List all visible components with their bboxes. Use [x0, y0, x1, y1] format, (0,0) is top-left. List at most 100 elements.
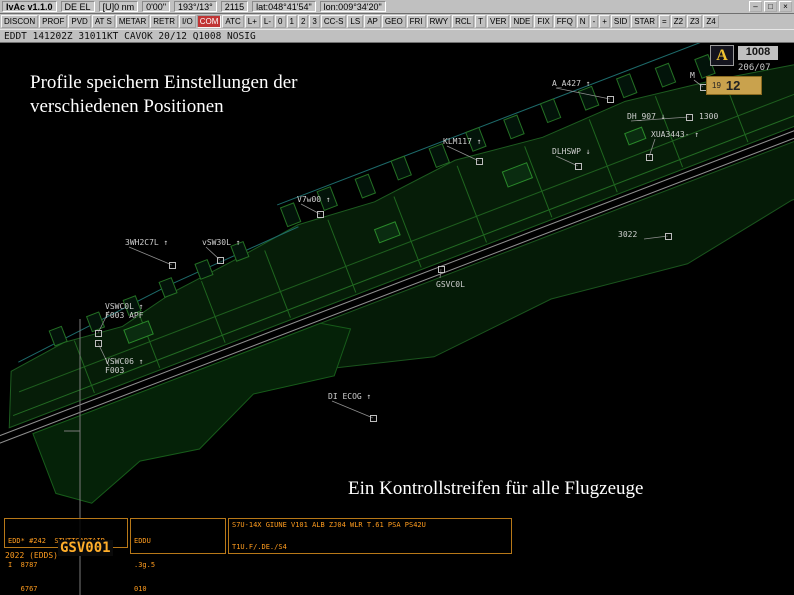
aircraft-label[interactable]: GSVC0L [436, 280, 465, 289]
aircraft-target[interactable] [169, 262, 176, 269]
toolbar: DISCON PROF PVD AT S METAR RETR I/O COM ATC L+ L- 0… [0, 14, 794, 29]
range-readout: [U]0 nm [98, 1, 139, 12]
selected-callsign[interactable]: GSV001 [58, 540, 113, 556]
aircraft-target[interactable] [438, 266, 445, 273]
strip-left-line2: I 8787 [8, 561, 38, 569]
flight-strip-clearance[interactable]: EDDU .3g.5 010 .L.S2R [130, 518, 226, 593]
aircraft-label[interactable]: A_A427 ↑ [552, 79, 591, 88]
aircraft-label[interactable]: DH_907 ↓ [627, 112, 666, 121]
aircraft-label[interactable]: DLHSWP ↓ [552, 147, 591, 156]
toolbar-button-z3[interactable]: Z3 [687, 15, 703, 28]
aircraft-label[interactable]: 3WH2C7L ↑ [125, 238, 168, 247]
aircraft-target[interactable] [646, 154, 653, 161]
toolbar-button-l[interactable]: L- [260, 15, 275, 28]
runway-temp-box: 19 12 [706, 76, 762, 95]
timer-readout: 0'00" [142, 1, 171, 12]
aircraft-label[interactable]: 3022 [618, 230, 637, 239]
toolbar-button-discon[interactable]: DISCON [1, 15, 39, 28]
toolbar-button-[interactable]: = [659, 15, 670, 28]
toolbar-button-3[interactable]: 3 [309, 15, 320, 28]
toolbar-button-nde[interactable]: NDE [510, 15, 534, 28]
toolbar-button-1[interactable]: 1 [286, 15, 297, 28]
toolbar-button-rcl[interactable]: RCL [452, 15, 475, 28]
toolbar-button-prof[interactable]: PROF [39, 15, 68, 28]
toolbar-button-ffq[interactable]: FFQ [553, 15, 576, 28]
annotation-strip: Ein Kontrollstreifen für alle Flugzeuge [348, 478, 644, 499]
toolbar-button-[interactable]: + [599, 15, 610, 28]
toolbar-button-star[interactable]: STAR [631, 15, 659, 28]
toolbar-button-ls[interactable]: LS [347, 15, 364, 28]
aircraft-target[interactable] [476, 158, 483, 165]
annotation-profile-line1: Profile speichern Einstellungen der [30, 72, 298, 93]
aircraft-target[interactable] [317, 211, 324, 218]
app-title: IvAc v1.1.0 [2, 1, 57, 12]
aircraft-target[interactable] [607, 96, 614, 103]
toolbar-button-l[interactable]: L+ [244, 15, 260, 28]
aircraft-label[interactable]: DI ECOG ↑ [328, 392, 371, 401]
annotation-profile-line2: verschiedenen Positionen [30, 96, 224, 117]
toolbar-button-geo[interactable]: GEO [381, 15, 406, 28]
toolbar-button-metar[interactable]: METAR [115, 15, 150, 28]
aircraft-target[interactable] [575, 163, 582, 170]
atis-wind-readout: 206/07 [738, 63, 771, 73]
close-button[interactable]: × [779, 1, 792, 12]
aircraft-label[interactable]: VSWC0L ↑ F003 APF [105, 302, 144, 320]
strip-mid-line3: 010 [134, 585, 147, 593]
clock-readout: 2115 [220, 1, 249, 12]
toolbar-button-fri[interactable]: FRI [406, 15, 426, 28]
strip-route-line: S7U-14X GIUNE V101 ALB ZJ04 WLR T.61 PSA… [232, 521, 426, 529]
maximize-button[interactable]: □ [764, 1, 777, 12]
toolbar-button-retr[interactable]: RETR [150, 15, 179, 28]
aircraft-target[interactable] [95, 330, 102, 337]
aircraft-label[interactable]: M [690, 71, 695, 80]
toolbar-button-ap[interactable]: AP [364, 15, 381, 28]
strip-mid-line2: .3g.5 [134, 561, 156, 569]
toolbar-button-pvd[interactable]: PVD [68, 15, 91, 28]
strip-mid-line1: EDDU [134, 537, 151, 545]
metar-bar: EDDT 141202Z 31011KT CAVOK 20/12 Q1008 N… [0, 29, 794, 43]
active-runway: 19 [712, 81, 721, 90]
latitude-readout: lat:048°41'54" [252, 1, 316, 12]
toolbar-button-t[interactable]: T [475, 15, 486, 28]
aircraft-label[interactable]: V7w00 ↑ [297, 195, 331, 204]
window-controls: – □ × [749, 1, 792, 12]
station-label: DE EL [60, 1, 95, 12]
longitude-readout: lon:009°34'20" [319, 1, 386, 12]
aircraft-target[interactable] [665, 233, 672, 240]
aircraft-target[interactable] [95, 340, 102, 347]
toolbar-button-sid[interactable]: SID [610, 15, 631, 28]
qnh-readout: 1008 [738, 46, 778, 60]
radar-area[interactable]: A 1008 206/07 19 12 Profile speichern Ei… [0, 43, 794, 595]
aircraft-label[interactable]: 1300 [699, 112, 718, 121]
temperature-readout: 12 [725, 78, 741, 93]
aircraft-label[interactable]: XUA3443- ↑ [651, 130, 699, 139]
flight-strip-route[interactable]: S7U-14X GIUNE V101 ALB ZJ04 WLR T.61 PSA… [228, 518, 512, 554]
strip-squawk-readout: 2022 (EDDS) [5, 551, 58, 560]
toolbar-button-ver[interactable]: VER [487, 15, 510, 28]
toolbar-button-0[interactable]: 0 [275, 15, 286, 28]
aircraft-target[interactable] [370, 415, 377, 422]
toolbar-button-rwy[interactable]: RWY [426, 15, 452, 28]
toolbar-button-fix[interactable]: FIX [534, 15, 553, 28]
toolbar-button-ats[interactable]: AT S [91, 15, 115, 28]
toolbar-button-n[interactable]: N [576, 15, 589, 28]
toolbar-button-z4[interactable]: Z4 [703, 15, 719, 28]
toolbar-button-io[interactable]: I/O [179, 15, 196, 28]
toolbar-button-ccs[interactable]: CC-S [320, 15, 347, 28]
aircraft-label[interactable]: VSWC06 ↑ F003 [105, 357, 144, 375]
toolbar-button-z2[interactable]: Z2 [670, 15, 687, 28]
toolbar-button-2[interactable]: 2 [297, 15, 309, 28]
aircraft-target[interactable] [686, 114, 693, 121]
aircraft-label[interactable]: KLM117 ↑ [443, 137, 482, 146]
toolbar-button-com[interactable]: COM [196, 15, 222, 28]
minimize-button[interactable]: – [749, 1, 762, 12]
strip-remarks-line: T1U.F/.DE./S4 [232, 543, 287, 551]
atis-letter[interactable]: A [710, 45, 734, 66]
toolbar-button-[interactable]: - [589, 15, 599, 28]
aircraft-label[interactable]: vSW30L ↑ [202, 238, 241, 247]
ivac-window: IvAc v1.1.0 DE EL [U]0 nm 0'00" 193°/13°… [0, 0, 794, 595]
titlebar: IvAc v1.1.0 DE EL [U]0 nm 0'00" 193°/13°… [0, 0, 794, 14]
toolbar-button-atc[interactable]: ATC [222, 15, 244, 28]
wind-readout: 193°/13° [174, 1, 217, 12]
aircraft-target[interactable] [217, 257, 224, 264]
